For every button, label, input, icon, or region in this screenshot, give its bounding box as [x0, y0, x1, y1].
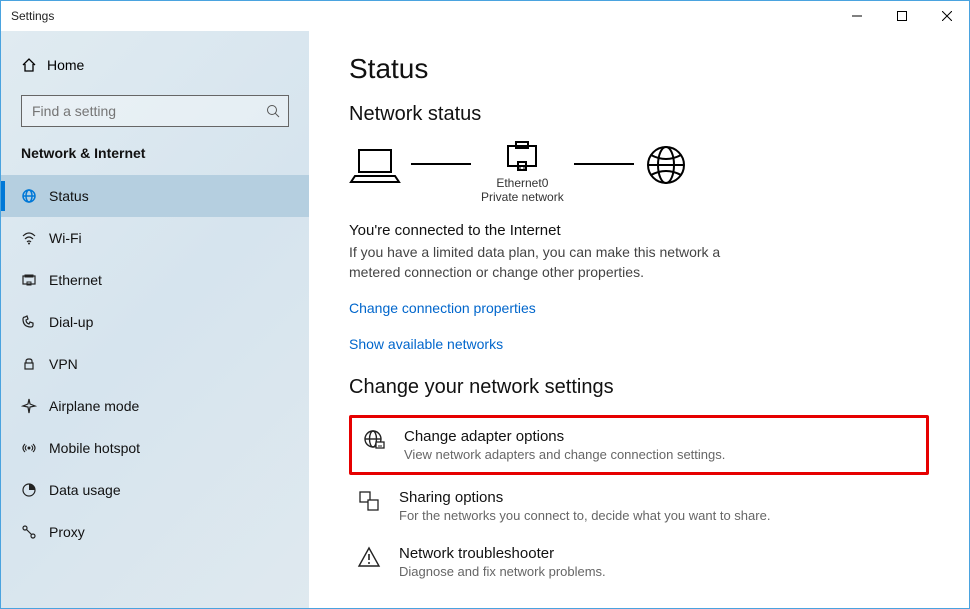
minimize-button[interactable] — [834, 1, 879, 31]
option-desc: Diagnose and fix network problems. — [399, 564, 606, 579]
status-icon — [21, 188, 49, 204]
sidebar-item-proxy[interactable]: Proxy — [1, 511, 309, 553]
main-content: Status Network status Ethernet0 Private … — [309, 31, 969, 608]
search-icon — [258, 104, 288, 118]
warning-icon — [355, 545, 383, 569]
network-status-heading: Network status — [349, 103, 929, 126]
connected-heading: You're connected to the Internet — [349, 222, 929, 239]
sidebar-item-label: Ethernet — [49, 272, 102, 288]
sidebar-home-label: Home — [47, 57, 84, 73]
sidebar-category: Network & Internet — [1, 145, 309, 161]
sidebar-item-label: Status — [49, 188, 89, 204]
option-title: Sharing options — [399, 489, 770, 506]
datausage-icon — [21, 482, 49, 498]
option-sharing[interactable]: Sharing options For the networks you con… — [349, 481, 929, 531]
link-show-networks[interactable]: Show available networks — [349, 336, 503, 352]
dialup-icon — [21, 314, 49, 330]
globe-icon — [644, 143, 688, 187]
sidebar-item-label: Airplane mode — [49, 398, 139, 414]
sidebar-item-label: Mobile hotspot — [49, 440, 140, 456]
laptop-icon — [349, 146, 401, 184]
sidebar-item-label: Proxy — [49, 524, 85, 540]
search-box[interactable] — [21, 95, 289, 127]
sidebar-item-status[interactable]: Status — [1, 175, 309, 217]
sidebar-item-wifi[interactable]: Wi-Fi — [1, 217, 309, 259]
page-title: Status — [349, 53, 929, 85]
sidebar-item-ethernet[interactable]: Ethernet — [1, 259, 309, 301]
sharing-icon — [355, 489, 383, 513]
sidebar-item-label: VPN — [49, 356, 78, 372]
search-input[interactable] — [22, 103, 258, 119]
ethernet-icon — [21, 272, 49, 288]
proxy-icon — [21, 524, 49, 540]
close-button[interactable] — [924, 1, 969, 31]
diagram-caption-2: Private network — [481, 190, 564, 204]
airplane-icon — [21, 398, 49, 414]
window-title: Settings — [11, 9, 54, 23]
maximize-button[interactable] — [879, 1, 924, 31]
diagram-caption-1: Ethernet0 — [496, 176, 548, 190]
sidebar-item-label: Data usage — [49, 482, 121, 498]
titlebar: Settings — [1, 1, 969, 31]
change-settings-heading: Change your network settings — [349, 376, 929, 399]
sidebar-item-dialup[interactable]: Dial-up — [1, 301, 309, 343]
sidebar-item-label: Dial-up — [49, 314, 93, 330]
option-desc: View network adapters and change connect… — [404, 447, 725, 462]
sidebar-item-datausage[interactable]: Data usage — [1, 469, 309, 511]
ethernet-icon — [502, 140, 542, 176]
sidebar-item-vpn[interactable]: VPN — [1, 343, 309, 385]
sidebar-home[interactable]: Home — [1, 43, 309, 87]
adapter-icon — [360, 428, 388, 452]
option-title: Network troubleshooter — [399, 545, 606, 562]
option-change-adapter[interactable]: Change adapter options View network adap… — [349, 415, 929, 475]
wifi-icon — [21, 230, 49, 246]
option-troubleshooter[interactable]: Network troubleshooter Diagnose and fix … — [349, 537, 929, 587]
sidebar-item-hotspot[interactable]: Mobile hotspot — [1, 427, 309, 469]
vpn-icon — [21, 356, 49, 372]
option-desc: For the networks you connect to, decide … — [399, 508, 770, 523]
network-diagram: Ethernet0 Private network — [349, 140, 929, 204]
sidebar-item-airplane[interactable]: Airplane mode — [1, 385, 309, 427]
link-change-connection[interactable]: Change connection properties — [349, 300, 536, 316]
connected-description: If you have a limited data plan, you can… — [349, 243, 769, 282]
home-icon — [21, 57, 47, 73]
option-title: Change adapter options — [404, 428, 725, 445]
sidebar: Home Network & Internet Status Wi-Fi Eth… — [1, 31, 309, 608]
hotspot-icon — [21, 440, 49, 456]
sidebar-item-label: Wi-Fi — [49, 230, 82, 246]
